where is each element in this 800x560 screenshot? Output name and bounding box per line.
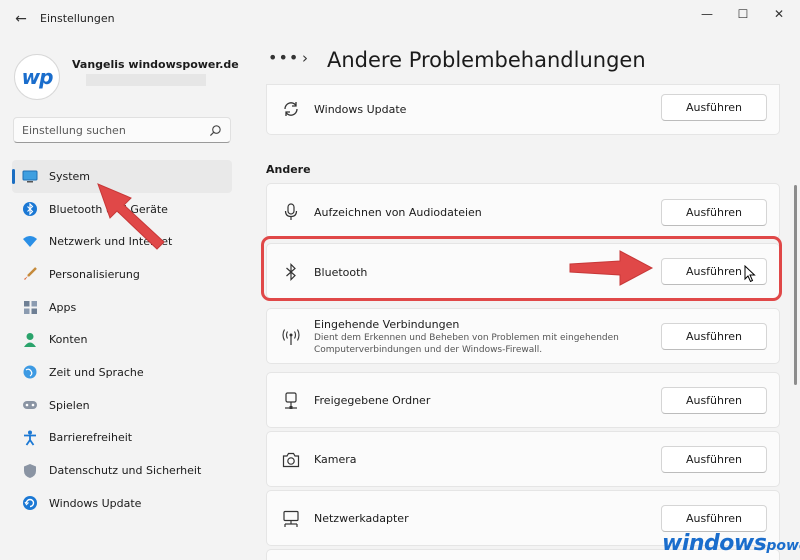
troubleshooter-card-camera: Kamera Ausführen <box>266 431 780 487</box>
minimize-icon: — <box>701 7 713 21</box>
sidebar-item-windows-update[interactable]: Windows Update <box>12 487 232 520</box>
sidebar-item-label: Barrierefreiheit <box>49 431 133 445</box>
back-button[interactable]: ← <box>10 8 32 30</box>
annotation-arrow-system-icon <box>97 183 165 250</box>
mouse-cursor-icon <box>744 265 756 283</box>
card-title: Aufzeichnen von Audiodateien <box>314 206 482 219</box>
microphone-icon <box>281 202 301 222</box>
sidebar-item-accessibility[interactable]: Barrierefreiheit <box>12 422 232 455</box>
troubleshooter-card-incoming-connections: Eingehende Verbindungen Dient dem Erkenn… <box>266 308 780 364</box>
sidebar-item-label: Zeit und Sprache <box>49 365 144 379</box>
antenna-icon <box>281 327 301 347</box>
search-box[interactable] <box>13 117 231 143</box>
breadcrumb-separator-icon: › <box>302 49 308 67</box>
sidebar-item-label: Spielen <box>49 398 90 412</box>
maximize-icon: ☐ <box>737 7 749 21</box>
globe-icon <box>22 364 38 380</box>
scrollbar-thumb[interactable] <box>794 185 797 385</box>
run-button-shared-folders[interactable]: Ausführen <box>661 387 767 414</box>
shared-folder-icon <box>281 391 301 411</box>
watermark-text: windows <box>662 531 767 556</box>
avatar: wp <box>14 54 60 100</box>
person-icon <box>22 332 38 348</box>
watermark-text-suffix: power <box>766 538 800 554</box>
sidebar-item-label: Konten <box>49 333 88 347</box>
profile-name: Vangelis windowspower.de <box>72 58 239 71</box>
sidebar-item-label: Personalisierung <box>49 267 140 281</box>
sidebar-item-time-language[interactable]: Zeit und Sprache <box>12 356 232 389</box>
card-title: Freigegebene Ordner <box>314 394 431 407</box>
sidebar-item-accounts[interactable]: Konten <box>12 323 232 356</box>
card-title: Eingehende Verbindungen <box>314 318 460 331</box>
app-title: Einstellungen <box>40 12 115 25</box>
troubleshooter-card-shared-folders: Freigegebene Ordner Ausführen <box>266 372 780 428</box>
troubleshooter-card-windows-update: Windows Update Ausführen <box>266 84 780 135</box>
watermark-logo: windowspower <box>662 531 800 556</box>
bluetooth-icon <box>22 201 38 217</box>
network-adapter-icon <box>281 509 301 529</box>
apps-icon <box>22 299 38 315</box>
wifi-icon <box>22 234 38 250</box>
search-input[interactable] <box>22 123 202 138</box>
sidebar-item-label: System <box>49 169 91 183</box>
breadcrumb-overflow[interactable]: ••• <box>268 48 299 67</box>
sidebar-item-label: Datenschutz und Sicherheit <box>49 464 202 478</box>
run-button-incoming-connections[interactable]: Ausführen <box>661 323 767 350</box>
close-icon: ✕ <box>773 7 785 21</box>
camera-icon <box>281 450 301 470</box>
sidebar: wp Vangelis windowspower.de System Bluet… <box>0 36 245 560</box>
card-title: Kamera <box>314 453 357 466</box>
avatar-logo-text: wp <box>21 65 54 89</box>
back-arrow-icon: ← <box>15 11 27 27</box>
sidebar-item-privacy-security[interactable]: Datenschutz und Sicherheit <box>12 454 232 487</box>
profile-email-redacted <box>86 74 206 86</box>
maximize-button[interactable]: ☐ <box>725 4 761 24</box>
section-label-andere: Andere <box>266 163 311 176</box>
card-description: Dient dem Erkennen und Beheben von Probl… <box>314 333 619 355</box>
run-button-audio-recording[interactable]: Ausführen <box>661 199 767 226</box>
user-profile[interactable]: wp Vangelis windowspower.de <box>14 50 244 102</box>
title-bar: ← Einstellungen — ☐ ✕ <box>0 0 800 36</box>
run-button-windows-update[interactable]: Ausführen <box>661 94 767 121</box>
accessibility-icon <box>22 430 38 446</box>
sidebar-item-personalization[interactable]: Personalisierung <box>12 258 232 291</box>
run-button-network-adapter[interactable]: Ausführen <box>661 505 767 532</box>
minimize-button[interactable]: — <box>689 4 725 24</box>
card-title: Windows Update <box>314 103 407 116</box>
sidebar-item-label: Apps <box>49 300 77 314</box>
annotation-highlight-frame <box>261 236 782 301</box>
annotation-arrow-right-icon <box>569 250 654 286</box>
sidebar-item-label: Windows Update <box>49 496 142 510</box>
update-icon <box>22 495 38 511</box>
troubleshooter-card-audio-recording: Aufzeichnen von Audiodateien Ausführen <box>266 183 780 239</box>
search-icon[interactable] <box>209 124 222 137</box>
sidebar-item-gaming[interactable]: Spielen <box>12 389 232 422</box>
shield-icon <box>22 463 38 479</box>
run-button-camera[interactable]: Ausführen <box>661 446 767 473</box>
card-title: Netzwerkadapter <box>314 512 409 525</box>
brush-icon <box>22 266 38 282</box>
gamepad-icon <box>22 397 38 413</box>
refresh-icon <box>281 99 301 119</box>
page-title: Andere Problembehandlungen <box>327 48 646 72</box>
monitor-icon <box>22 168 38 184</box>
close-button[interactable]: ✕ <box>761 4 797 24</box>
sidebar-item-apps[interactable]: Apps <box>12 291 232 324</box>
